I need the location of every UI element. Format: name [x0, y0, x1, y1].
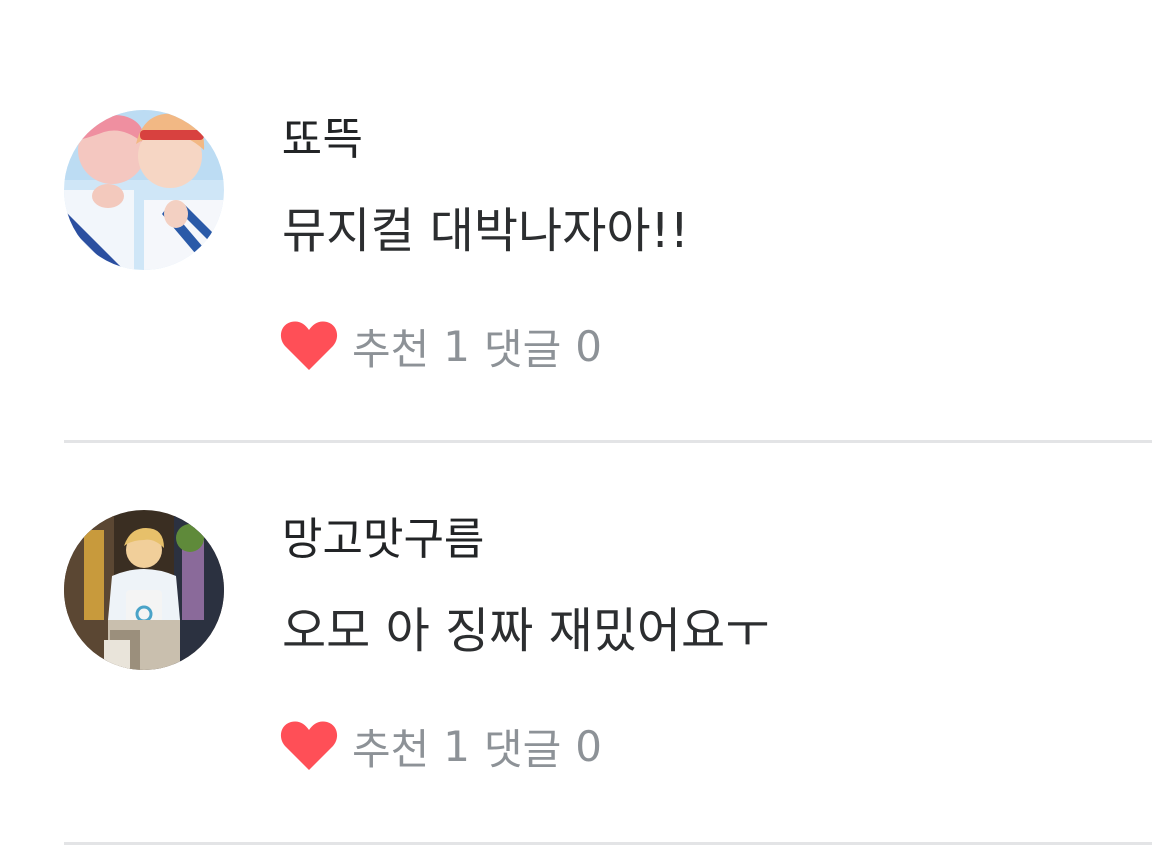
reply-count: 0 — [575, 721, 603, 771]
comment-text: 오모 아 징짜 재밌어요ㅜ — [282, 603, 770, 659]
comment-text: 뮤지컬 대박나자아!! — [282, 203, 690, 259]
comment-item: 뚀뜩 뮤지컬 대박나자아!! 추천 1 댓글 0 — [0, 0, 1152, 443]
avatar[interactable] — [64, 510, 224, 670]
avatar[interactable] — [64, 110, 224, 270]
username[interactable]: 뚀뜩 — [282, 112, 363, 168]
reply-label[interactable]: 댓글 — [484, 316, 561, 377]
like-label: 추천 — [352, 724, 430, 774]
comment-item: 망고맛구름 오모 아 징짜 재밌어요ㅜ 추천 1 댓글 0 — [0, 400, 1152, 845]
username[interactable]: 망고맛구름 — [282, 512, 484, 568]
like-label: 추천 — [352, 324, 430, 374]
avatar-photo-icon — [64, 110, 224, 270]
like-count: 1 — [443, 321, 471, 371]
heart-icon[interactable] — [280, 320, 338, 372]
reply-count: 0 — [575, 321, 603, 371]
reply-label[interactable]: 댓글 — [484, 716, 561, 777]
comment-stats: 추천 1 댓글 0 — [280, 718, 602, 774]
comment-stats: 추천 1 댓글 0 — [280, 318, 602, 374]
heart-icon[interactable] — [280, 720, 338, 772]
like-count: 1 — [443, 721, 471, 771]
avatar-photo-icon — [64, 510, 224, 670]
divider — [64, 842, 1152, 845]
